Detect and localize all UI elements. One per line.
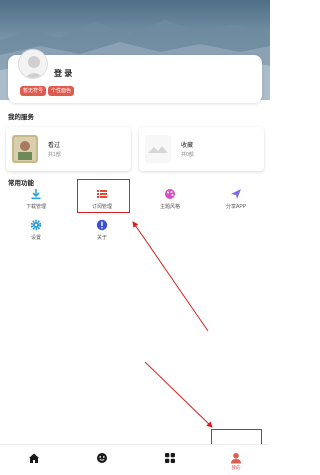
- tab-mine[interactable]: 我的: [216, 445, 256, 475]
- arrow-to-mine-tab: [144, 361, 213, 428]
- smile-icon: [97, 453, 107, 463]
- arrow-to-subscription: [132, 221, 209, 332]
- annotation-arrows: [132, 221, 213, 428]
- tab-home[interactable]: [14, 445, 54, 475]
- tab-categories[interactable]: [150, 445, 190, 475]
- grid-icon: [165, 453, 175, 463]
- tab-mine-label: 我的: [231, 465, 241, 470]
- tab-discover[interactable]: [82, 445, 122, 475]
- person-icon: [231, 453, 241, 464]
- home-icon: [29, 453, 39, 463]
- bottom-tab-bar: 我的: [0, 444, 270, 475]
